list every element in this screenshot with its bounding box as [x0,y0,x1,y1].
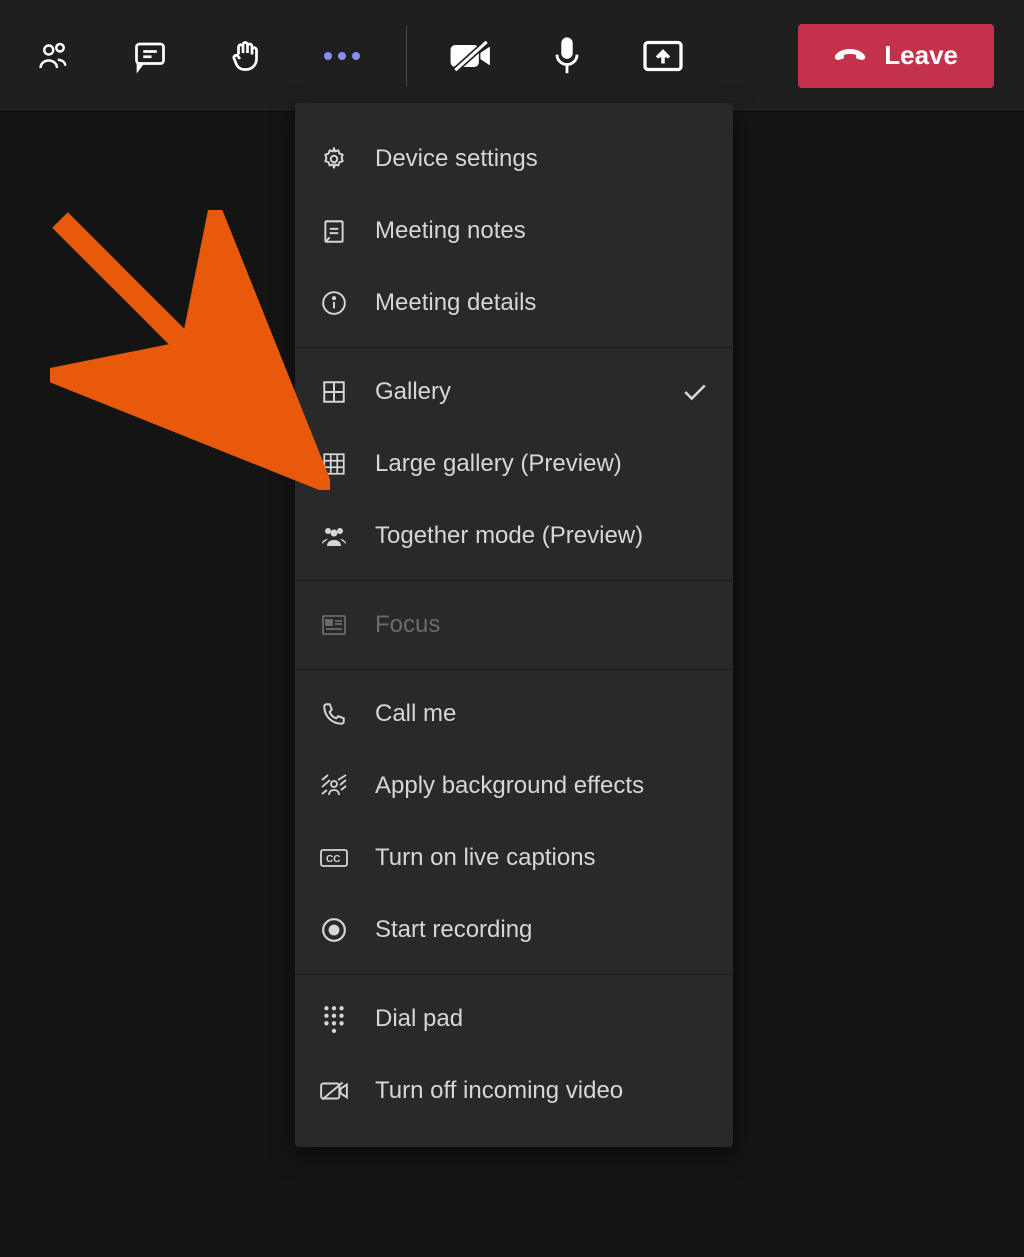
toolbar-divider [406,26,407,86]
grid-2x2-icon [319,377,349,407]
menu-background-effects[interactable]: Apply background effects [295,750,733,822]
phone-icon [319,699,349,729]
meeting-toolbar: Leave [0,0,1024,112]
gear-icon [319,144,349,174]
menu-turn-off-incoming-video[interactable]: Turn off incoming video [295,1055,733,1127]
record-icon [319,915,349,945]
dialpad-icon [319,1004,349,1034]
menu-label: Apply background effects [375,772,709,800]
menu-label: Call me [375,700,709,728]
menu-large-gallery[interactable]: Large gallery (Preview) [295,428,733,500]
menu-label: Start recording [375,916,709,944]
menu-device-settings[interactable]: Device settings [295,123,733,195]
check-icon [681,378,709,406]
svg-text:CC: CC [326,854,340,865]
effects-icon [319,771,349,801]
share-screen-icon [642,38,684,74]
more-icon [320,46,364,66]
share-button[interactable] [639,32,687,80]
menu-label: Turn on live captions [375,844,709,872]
leave-label: Leave [884,40,958,71]
annotation-arrow [50,210,330,490]
chat-button[interactable] [126,32,174,80]
people-icon [36,38,72,74]
menu-focus: Focus [295,589,733,661]
microphone-icon [552,36,582,76]
camera-button[interactable] [447,32,495,80]
focus-icon [319,610,349,640]
menu-label: Gallery [375,378,655,406]
menu-gallery[interactable]: Gallery [295,356,733,428]
video-off-icon [319,1076,349,1106]
menu-together-mode[interactable]: Together mode (Preview) [295,500,733,572]
raise-hand-button[interactable] [222,32,270,80]
hand-icon [228,38,264,74]
people-group-icon [319,521,349,551]
camera-off-icon [449,38,493,74]
menu-label: Device settings [375,145,709,173]
menu-meeting-notes[interactable]: Meeting notes [295,195,733,267]
menu-dial-pad[interactable]: Dial pad [295,983,733,1055]
grid-3x3-icon [319,449,349,479]
menu-call-me[interactable]: Call me [295,678,733,750]
menu-start-recording[interactable]: Start recording [295,894,733,966]
menu-label: Large gallery (Preview) [375,450,709,478]
more-actions-button[interactable] [318,32,366,80]
people-button[interactable] [30,32,78,80]
more-actions-menu: Device settings Meeting notes Meeting de… [295,103,733,1147]
mic-button[interactable] [543,32,591,80]
leave-button[interactable]: Leave [798,24,994,88]
info-icon [319,288,349,318]
menu-label: Focus [375,611,709,639]
menu-label: Together mode (Preview) [375,522,709,550]
menu-label: Meeting notes [375,217,709,245]
notes-icon [319,216,349,246]
hangup-icon [834,46,866,66]
chat-icon [132,38,168,74]
menu-label: Turn off incoming video [375,1077,709,1105]
menu-live-captions[interactable]: CC Turn on live captions [295,822,733,894]
menu-label: Dial pad [375,1005,709,1033]
menu-label: Meeting details [375,289,709,317]
cc-icon: CC [319,843,349,873]
menu-meeting-details[interactable]: Meeting details [295,267,733,339]
